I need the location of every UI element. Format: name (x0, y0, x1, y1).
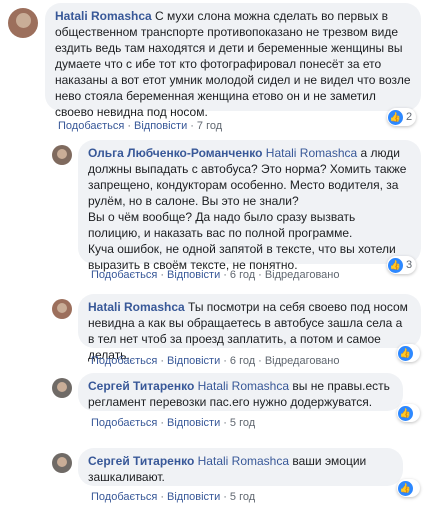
comment-bubble: Ольга Любченко-Романченко Hatali Romashc… (78, 140, 421, 272)
like-icon: 👍 (388, 109, 403, 125)
reaction-count: 2 (406, 111, 413, 123)
reply-link[interactable]: Відповісти (167, 355, 220, 367)
timestamp[interactable]: 5 год (230, 417, 255, 429)
reaction-badge[interactable]: 👍 2 (387, 108, 417, 126)
reaction-badge[interactable]: 👍 (397, 404, 420, 422)
like-link[interactable]: Подобається (91, 491, 157, 503)
comment-actions: Подобається · Відповісти · 5 год (91, 417, 256, 429)
reply-link[interactable]: Відповісти (167, 491, 220, 503)
reply-link[interactable]: Відповісти (167, 269, 220, 281)
like-link[interactable]: Подобається (91, 269, 157, 281)
mention-link[interactable]: Hatali Romashca (198, 379, 289, 393)
mention-link[interactable]: Hatali Romashca (266, 146, 357, 160)
like-icon: 👍 (398, 480, 413, 496)
comment-author[interactable]: Hatali Romashca (55, 9, 152, 23)
avatar[interactable] (52, 378, 72, 398)
reaction-badge[interactable]: 👍 (397, 344, 420, 362)
comment-author[interactable]: Сергей Титаренко (88, 379, 194, 393)
comment-actions: Подобається · Відповісти · 5 год (91, 491, 256, 503)
like-icon: 👍 (398, 345, 413, 361)
like-link[interactable]: Подобається (58, 120, 124, 132)
like-icon: 👍 (398, 405, 413, 421)
comment-author[interactable]: Hatali Romashca (88, 300, 185, 314)
timestamp[interactable]: 5 год (230, 491, 255, 503)
reaction-badge[interactable]: 👍 3 (387, 256, 417, 274)
avatar[interactable] (8, 8, 38, 38)
comment-author[interactable]: Ольга Любченко-Романченко (88, 146, 262, 160)
like-link[interactable]: Подобається (91, 417, 157, 429)
reaction-badge[interactable]: 👍 (397, 479, 420, 497)
timestamp[interactable]: 6 год (230, 269, 255, 281)
reply-link[interactable]: Відповісти (134, 120, 187, 132)
timestamp[interactable]: 7 год (197, 120, 222, 132)
comment-text: С мухи слона можна сделать во первых в о… (55, 9, 411, 119)
comment-actions: Подобається · Відповісти · 6 год · Відредагова… (91, 269, 340, 281)
reaction-count: 3 (406, 259, 413, 271)
avatar[interactable] (52, 145, 72, 165)
comment-bubble: Hatali Romashca С мухи слона можна сдела… (45, 3, 421, 119)
like-icon: 👍 (388, 257, 403, 273)
avatar[interactable] (52, 299, 72, 319)
comment-text: а люди должны выпадать с автобуса? Это н… (88, 146, 407, 272)
comment-bubble: Hatali Romashca Ты посмотри на себя свое… (78, 294, 421, 362)
edited-label[interactable]: Відредаговано (265, 269, 340, 281)
comment-author[interactable]: Сергей Титаренко (88, 454, 194, 468)
comment-actions: Подобається · Відповісти · 7 год (58, 120, 223, 132)
comment-actions: Подобається · Відповісти · 6 год · Відредагова… (91, 355, 340, 367)
reply-link[interactable]: Відповісти (167, 417, 220, 429)
mention-link[interactable]: Hatali Romashca (198, 454, 289, 468)
comment-bubble: Сергей Титаренко Hatali Romashca вы не п… (78, 373, 403, 411)
comment-bubble: Сергей Титаренко Hatali Romashca ваши эм… (78, 448, 403, 486)
avatar[interactable] (52, 453, 72, 473)
like-link[interactable]: Подобається (91, 355, 157, 367)
edited-label[interactable]: Відредаговано (265, 355, 340, 367)
timestamp[interactable]: 6 год (230, 355, 255, 367)
